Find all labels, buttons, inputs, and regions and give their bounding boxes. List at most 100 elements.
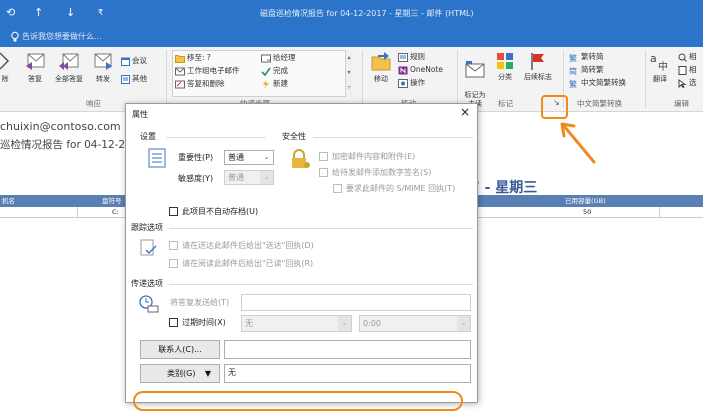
section-divider <box>166 137 266 138</box>
convert-icon: 简 <box>569 66 577 76</box>
sensitivity-label: 敏感度(Y) <box>178 174 214 183</box>
table-cell-drive: C: <box>112 208 119 216</box>
encrypt-checkbox[interactable] <box>319 152 328 161</box>
settings-section-label: 设置 <box>140 132 156 141</box>
reply-delete-icon <box>175 80 185 88</box>
categorize-icon <box>497 53 513 69</box>
delivery-section-label: 传递选项 <box>131 279 163 288</box>
more-respond-button[interactable]: 其他 <box>121 73 147 84</box>
folder-icon <box>175 54 185 63</box>
search-icon <box>678 53 687 62</box>
quick-step-team-email[interactable]: 工作组电子邮件 <box>175 65 240 76</box>
move-folder-icon <box>371 52 391 71</box>
expires-time-select[interactable]: 0:00 ⌄ <box>359 315 471 332</box>
delete-button[interactable]: 除 <box>0 51 10 84</box>
quick-step-new[interactable]: 新建 <box>261 78 288 89</box>
reply-button[interactable]: 答复 <box>22 51 48 84</box>
chevron-down-icon: ⌄ <box>263 153 270 161</box>
rules-icon <box>398 52 408 62</box>
mark-unread-button[interactable]: 标记为 未读 <box>461 51 489 109</box>
chinese-conversion-button[interactable]: 繁中文简繁转换 <box>569 77 626 89</box>
check-icon <box>261 67 271 76</box>
more-icon <box>121 74 130 84</box>
chevron-down-icon: ⌄ <box>338 316 351 331</box>
translate-label: 翻译 <box>653 75 667 83</box>
onenote-button[interactable]: OneNote <box>398 64 443 75</box>
actions-icon <box>398 78 408 88</box>
follow-up-button[interactable]: 后续标志 <box>520 51 556 82</box>
table-cell-used: 50 <box>583 208 592 216</box>
up-icon[interactable]: ↑ <box>34 7 43 19</box>
reply-all-icon <box>59 53 79 70</box>
categories-field[interactable]: 无 <box>224 364 471 383</box>
move-button[interactable]: 移动 <box>368 51 394 84</box>
meeting-button[interactable]: 会议 <box>121 55 147 66</box>
sender-address[interactable]: chuixin@contoso.com <box>0 120 121 133</box>
contacts-field[interactable] <box>224 340 471 359</box>
convert-icon: 繁 <box>569 79 577 89</box>
forward-icon <box>94 53 112 70</box>
reply-all-label: 全部答复 <box>55 75 83 83</box>
find-button[interactable]: 相 <box>678 51 697 62</box>
tell-me-input[interactable]: 告诉我您想要做什么... <box>22 31 102 42</box>
meeting-label: 会议 <box>132 56 147 65</box>
expires-date-select[interactable]: 无 ⌄ <box>241 315 352 332</box>
translate-button[interactable]: a中 翻译 <box>648 51 672 84</box>
quick-step-label: 给经理 <box>273 53 296 62</box>
trad-to-simp-label: 繁转简 <box>581 52 604 61</box>
ribbon-separator <box>645 50 646 108</box>
no-autoarchive-checkbox[interactable] <box>169 207 178 216</box>
down-icon[interactable]: ↓ <box>66 7 75 19</box>
quick-steps-scroll[interactable]: ▴ ▾ ▿ <box>345 50 352 97</box>
table-header-cell: 盘符号 <box>102 197 122 205</box>
quick-step-move-to[interactable]: 移至: ? <box>175 52 211 63</box>
select-button[interactable]: 选 <box>678 77 697 88</box>
rules-button[interactable]: 规则 <box>398 51 425 62</box>
annotation-arrow-icon <box>560 122 596 164</box>
trad-to-simp-button[interactable]: 繁繁转简 <box>569 51 604 63</box>
customize-qat-icon[interactable]: ₹ <box>98 7 103 19</box>
envelope-icon <box>465 61 485 78</box>
contacts-button[interactable]: 联系人(C)... <box>140 340 220 359</box>
quick-step-reply-delete[interactable]: 答复和删除 <box>175 78 225 89</box>
categories-button[interactable]: 类别(G) ▼ <box>140 364 220 383</box>
delivery-receipt-checkbox[interactable] <box>169 241 178 250</box>
sensitivity-select[interactable]: 普通 ⌄ <box>224 170 274 185</box>
close-button[interactable]: × <box>460 106 470 118</box>
quick-step-to-manager[interactable]: 给经理 <box>261 52 296 63</box>
replies-to-label: 将答复发送给(T) <box>170 298 230 307</box>
lightbulb-icon <box>11 31 19 42</box>
translate-icon: a中 <box>650 52 668 73</box>
sign-checkbox[interactable] <box>319 168 328 177</box>
reply-icon <box>26 53 45 70</box>
tags-group-label: 标记 <box>498 99 513 108</box>
importance-value: 普通 <box>228 153 244 162</box>
expires-date-value: 无 <box>245 319 253 328</box>
smime-checkbox[interactable] <box>333 184 342 193</box>
delete-icon <box>0 52 10 70</box>
importance-select[interactable]: 普通 ⌄ <box>224 150 274 165</box>
dialog-title: 属性 <box>132 110 148 119</box>
table-cell <box>78 207 126 218</box>
categories-value: 无 <box>228 368 236 377</box>
replies-to-field[interactable] <box>241 294 471 311</box>
forward-button[interactable]: 转发 <box>90 51 116 84</box>
delivery-receipt-label: 请在送达此邮件后给出"送达"回执(D) <box>182 241 314 250</box>
actions-button[interactable]: 操作 <box>398 77 425 88</box>
svg-text:中: 中 <box>658 60 668 73</box>
quick-step-done[interactable]: 完成 <box>261 65 288 76</box>
select-label: 选 <box>689 78 697 87</box>
delete-label: 除 <box>1 75 9 83</box>
reply-all-button[interactable]: 全部答复 <box>50 51 88 84</box>
undo-icon[interactable]: ⟲ <box>6 7 15 19</box>
read-receipt-checkbox[interactable] <box>169 259 178 268</box>
chevron-down-icon: ⌄ <box>260 171 273 184</box>
simp-to-trad-label: 简转繁 <box>581 65 604 74</box>
mail-icon <box>175 67 185 75</box>
expires-checkbox[interactable] <box>169 318 178 327</box>
quick-step-label: 移至: ? <box>187 53 211 62</box>
simp-to-trad-button[interactable]: 简简转繁 <box>569 64 604 76</box>
related-button[interactable]: 相 <box>678 64 697 75</box>
categorize-button[interactable]: 分类 <box>494 51 516 82</box>
chevron-down-icon: ⌄ <box>457 316 470 331</box>
